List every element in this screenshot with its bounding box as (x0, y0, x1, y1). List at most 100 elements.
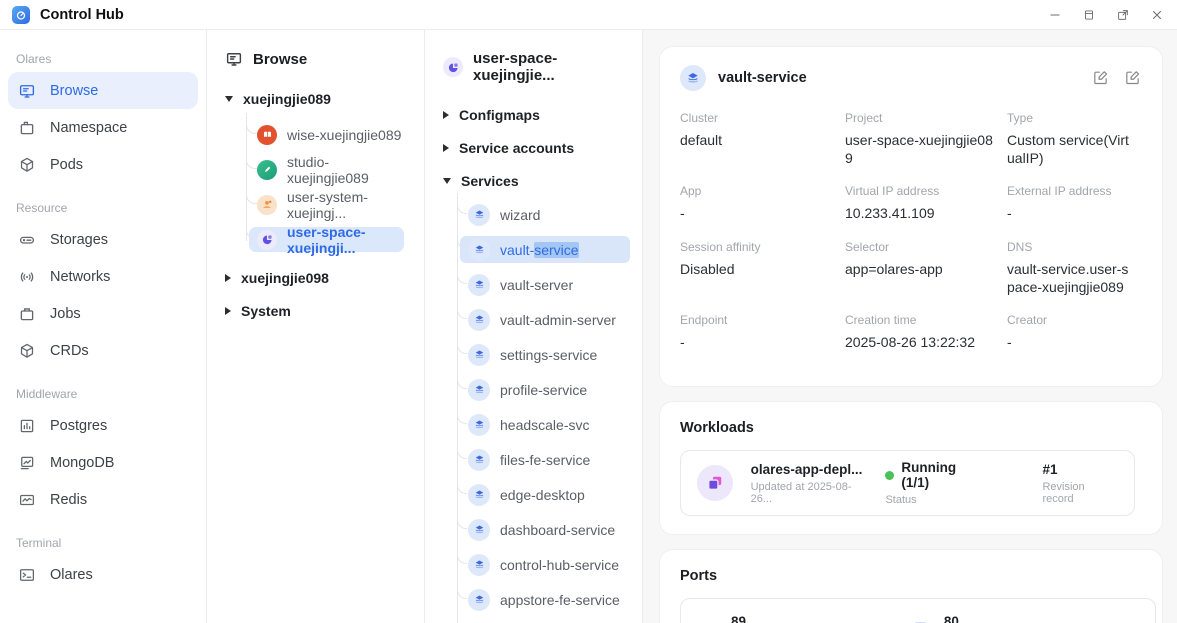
detail-fields: Clusterdefault Projectuser-space-xuejing… (680, 111, 1142, 368)
storages-icon (18, 231, 36, 249)
service-item-seafile[interactable]: seafile (435, 617, 632, 623)
pods-icon (18, 156, 36, 174)
networks-icon (18, 268, 36, 286)
service-icon (468, 379, 490, 401)
sidebar-item-label: Storages (50, 232, 108, 248)
tree-node-xuejingjie098[interactable]: xuejingjie098 (217, 261, 414, 294)
field-session-affinity: Session affinityDisabled (680, 240, 845, 296)
service-detail-card: vault-service Clusterdefault Projectuser… (659, 46, 1163, 387)
field-dns: DNSvault-service.user-space-xuejingjie08… (1007, 240, 1142, 296)
service-icon (468, 309, 490, 331)
sidebar-item-crds[interactable]: CRDs (8, 332, 198, 369)
tree-node-system[interactable]: System (217, 294, 414, 327)
user-space-app-icon (443, 57, 463, 77)
wise-app-icon (257, 125, 277, 145)
service-item-vault-server[interactable]: vault-server (435, 267, 632, 302)
app-logo-icon (12, 6, 30, 24)
service-icon (468, 554, 490, 576)
tree-leaf-studio[interactable]: studio-xuejingjie089 (217, 152, 414, 187)
edit-yaml-icon[interactable] (1124, 69, 1142, 87)
sidebar-item-label: Namespace (50, 120, 127, 136)
postgres-icon (18, 417, 36, 435)
service-icon (468, 344, 490, 366)
sidebar-item-networks[interactable]: Networks (8, 258, 198, 295)
service-item-vault-admin-server[interactable]: vault-admin-server (435, 302, 632, 337)
tree-leaf-user-system[interactable]: user-system-xuejingj... (217, 187, 414, 222)
app-title: Control Hub (40, 7, 124, 23)
sidebar-item-label: Redis (50, 492, 87, 508)
group-services[interactable]: Services (435, 164, 632, 197)
ports-card: Ports 89 Container port TCP 80 (659, 549, 1163, 623)
browse-panel-header: Browse (217, 44, 414, 82)
sidebar-item-browse[interactable]: Browse (8, 72, 198, 109)
titlebar: Control Hub (0, 0, 1177, 30)
sidebar-item-label: CRDs (50, 343, 89, 359)
service-icon (468, 414, 490, 436)
service-item-settings-service[interactable]: settings-service (435, 337, 632, 372)
tree-leaf-wise[interactable]: wise-xuejingjie089 (217, 117, 414, 152)
detail-area: vault-service Clusterdefault Projectuser… (643, 30, 1177, 623)
edit-icon[interactable] (1092, 69, 1110, 87)
service-icon (468, 519, 490, 541)
service-item-dashboard-service[interactable]: dashboard-service (435, 512, 632, 547)
minimize-button[interactable] (1047, 7, 1063, 23)
studio-app-icon (257, 160, 277, 180)
group-configmaps[interactable]: Configmaps (435, 98, 632, 131)
namespace-panel-header: user-space-xuejingjie... (435, 44, 632, 98)
open-in-new-window-button[interactable] (1115, 7, 1131, 23)
browse-panel-title: Browse (253, 51, 307, 68)
sidebar-item-label: MongoDB (50, 455, 114, 471)
running-status-dot (885, 471, 894, 480)
namespace-panel-title: user-space-xuejingjie... (473, 50, 624, 84)
service-item-vault-service[interactable]: vault-service (435, 232, 632, 267)
sidebar-item-label: Browse (50, 83, 98, 99)
chevron-right-icon (443, 144, 449, 152)
service-detail-title: vault-service (718, 70, 807, 86)
user-system-app-icon (257, 195, 277, 215)
namespace-icon (18, 119, 36, 137)
sidebar: Olares Browse Namespace Pods Resource St… (0, 30, 207, 623)
workload-revision-label: Revision record (1042, 481, 1118, 505)
maximize-button[interactable] (1081, 7, 1097, 23)
port-row: 89 Container port TCP 80 Service port (680, 598, 1156, 623)
field-type: TypeCustom service(VirtualIP) (1007, 111, 1142, 167)
field-endpoint: Endpoint- (680, 313, 845, 351)
field-selector: Selectorapp=olares-app (845, 240, 1007, 296)
service-item-appstore-fe-service[interactable]: appstore-fe-service (435, 582, 632, 617)
chevron-right-icon (443, 111, 449, 119)
sidebar-item-jobs[interactable]: Jobs (8, 295, 198, 332)
field-external-ip: External IP address- (1007, 184, 1142, 222)
field-virtual-ip: Virtual IP address10.233.41.109 (845, 184, 1007, 222)
sidebar-item-mongodb[interactable]: MongoDB (8, 444, 198, 481)
sidebar-item-olares-terminal[interactable]: Olares (8, 556, 198, 593)
text-selection: service (534, 242, 578, 258)
mongodb-icon (18, 454, 36, 472)
service-item-headscale-svc[interactable]: headscale-svc (435, 407, 632, 442)
service-item-profile-service[interactable]: profile-service (435, 372, 632, 407)
service-icon (468, 589, 490, 611)
service-item-control-hub-service[interactable]: control-hub-service (435, 547, 632, 582)
service-icon (468, 484, 490, 506)
sidebar-item-postgres[interactable]: Postgres (8, 407, 198, 444)
workload-status-label: Status (885, 494, 986, 506)
workload-updated: Updated at 2025-08-26... (751, 481, 872, 505)
sidebar-item-storages[interactable]: Storages (8, 221, 198, 258)
service-item-wizard[interactable]: wizard (435, 197, 632, 232)
close-button[interactable] (1149, 7, 1165, 23)
tree-leaf-user-space[interactable]: user-space-xuejingji... (217, 222, 414, 257)
tree-node-xuejingjie089[interactable]: xuejingjie089 (217, 82, 414, 115)
sidebar-item-pods[interactable]: Pods (8, 146, 198, 183)
field-cluster: Clusterdefault (680, 111, 845, 167)
sidebar-item-label: Postgres (50, 418, 107, 434)
browse-icon (225, 50, 243, 68)
sidebar-item-label: Pods (50, 157, 83, 173)
field-creator: Creator- (1007, 313, 1142, 351)
service-item-edge-desktop[interactable]: edge-desktop (435, 477, 632, 512)
sidebar-item-redis[interactable]: Redis (8, 481, 198, 518)
group-service-accounts[interactable]: Service accounts (435, 131, 632, 164)
service-item-files-fe-service[interactable]: files-fe-service (435, 442, 632, 477)
workload-row[interactable]: olares-app-depl... Updated at 2025-08-26… (680, 450, 1135, 516)
sidebar-item-namespace[interactable]: Namespace (8, 109, 198, 146)
service-icon (468, 274, 490, 296)
chevron-down-icon (225, 96, 233, 102)
